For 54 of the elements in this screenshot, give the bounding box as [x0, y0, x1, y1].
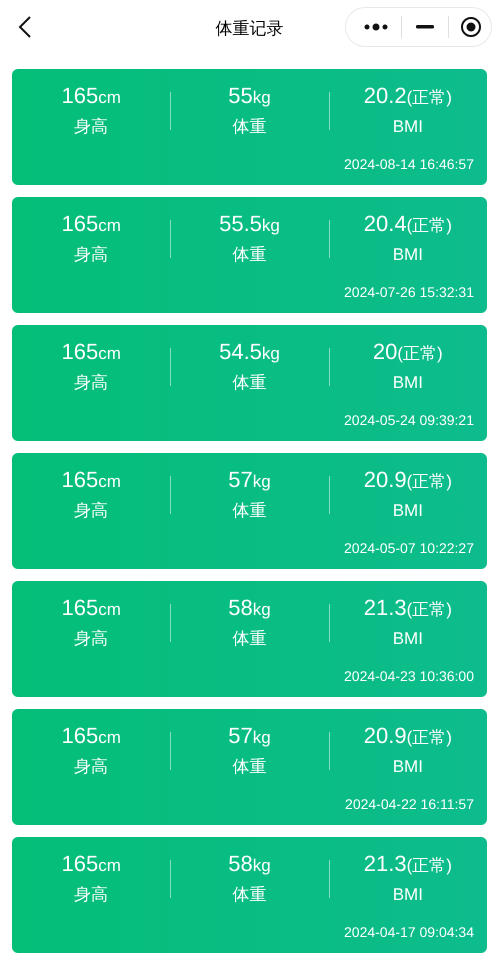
bmi-value: 20(正常): [372, 338, 443, 366]
record-time: 2024-04-23 10:36:00: [344, 667, 474, 685]
height-label: 身高: [74, 500, 108, 522]
height-value: 165cm: [61, 338, 121, 366]
record-time: 2024-07-26 15:32:31: [344, 283, 474, 301]
height-label: 身高: [74, 244, 108, 266]
height-label: 身高: [74, 884, 108, 906]
weight-value: 55.5kg: [219, 210, 280, 238]
bmi-value: 20.9(正常): [364, 722, 452, 750]
bmi-value: 20.2(正常): [364, 82, 452, 110]
weight-label: 体重: [232, 500, 266, 522]
record-time: 2024-04-22 16:11:57: [345, 795, 474, 813]
weight-value: 58kg: [228, 850, 271, 878]
bmi-value: 21.3(正常): [364, 850, 452, 878]
weight-value: 55kg: [228, 82, 271, 110]
weight-label: 体重: [232, 884, 266, 906]
bmi-label: BMI: [392, 500, 423, 522]
minimize-icon[interactable]: [416, 25, 434, 29]
height-label: 身高: [74, 116, 108, 138]
record-time: 2024-04-17 09:04:34: [344, 923, 474, 941]
back-icon[interactable]: [18, 16, 32, 38]
bmi-label: BMI: [392, 244, 423, 266]
height-label: 身高: [74, 628, 108, 650]
bmi-value: 20.9(正常): [364, 466, 452, 494]
bmi-label: BMI: [392, 628, 423, 650]
bmi-value: 20.4(正常): [364, 210, 452, 238]
height-value: 165cm: [61, 466, 121, 494]
record-time: 2024-05-24 09:39:21: [344, 411, 474, 429]
bmi-label: BMI: [392, 116, 423, 138]
weight-value: 54.5kg: [219, 338, 280, 366]
height-label: 身高: [74, 372, 108, 394]
bmi-label: BMI: [392, 756, 423, 778]
weight-value: 58kg: [228, 594, 271, 622]
bmi-label: BMI: [392, 372, 423, 394]
more-icon[interactable]: [364, 23, 388, 31]
record-time: 2024-08-14 16:46:57: [344, 155, 474, 173]
height-value: 165cm: [61, 82, 121, 110]
weight-label: 体重: [232, 244, 266, 266]
weight-value: 57kg: [228, 722, 271, 750]
record-time: 2024-05-07 10:22:27: [344, 539, 474, 557]
bmi-value: 21.3(正常): [364, 594, 452, 622]
height-value: 165cm: [61, 850, 121, 878]
height-label: 身高: [74, 756, 108, 778]
weight-label: 体重: [232, 116, 266, 138]
weight-value: 57kg: [228, 466, 271, 494]
weight-label: 体重: [232, 628, 266, 650]
close-icon[interactable]: [460, 16, 482, 38]
weight-label: 体重: [232, 372, 266, 394]
height-value: 165cm: [61, 722, 121, 750]
page-title: 体重记录: [216, 18, 284, 40]
height-value: 165cm: [61, 210, 121, 238]
weight-label: 体重: [232, 756, 266, 778]
height-value: 165cm: [61, 594, 121, 622]
bmi-label: BMI: [392, 884, 423, 906]
